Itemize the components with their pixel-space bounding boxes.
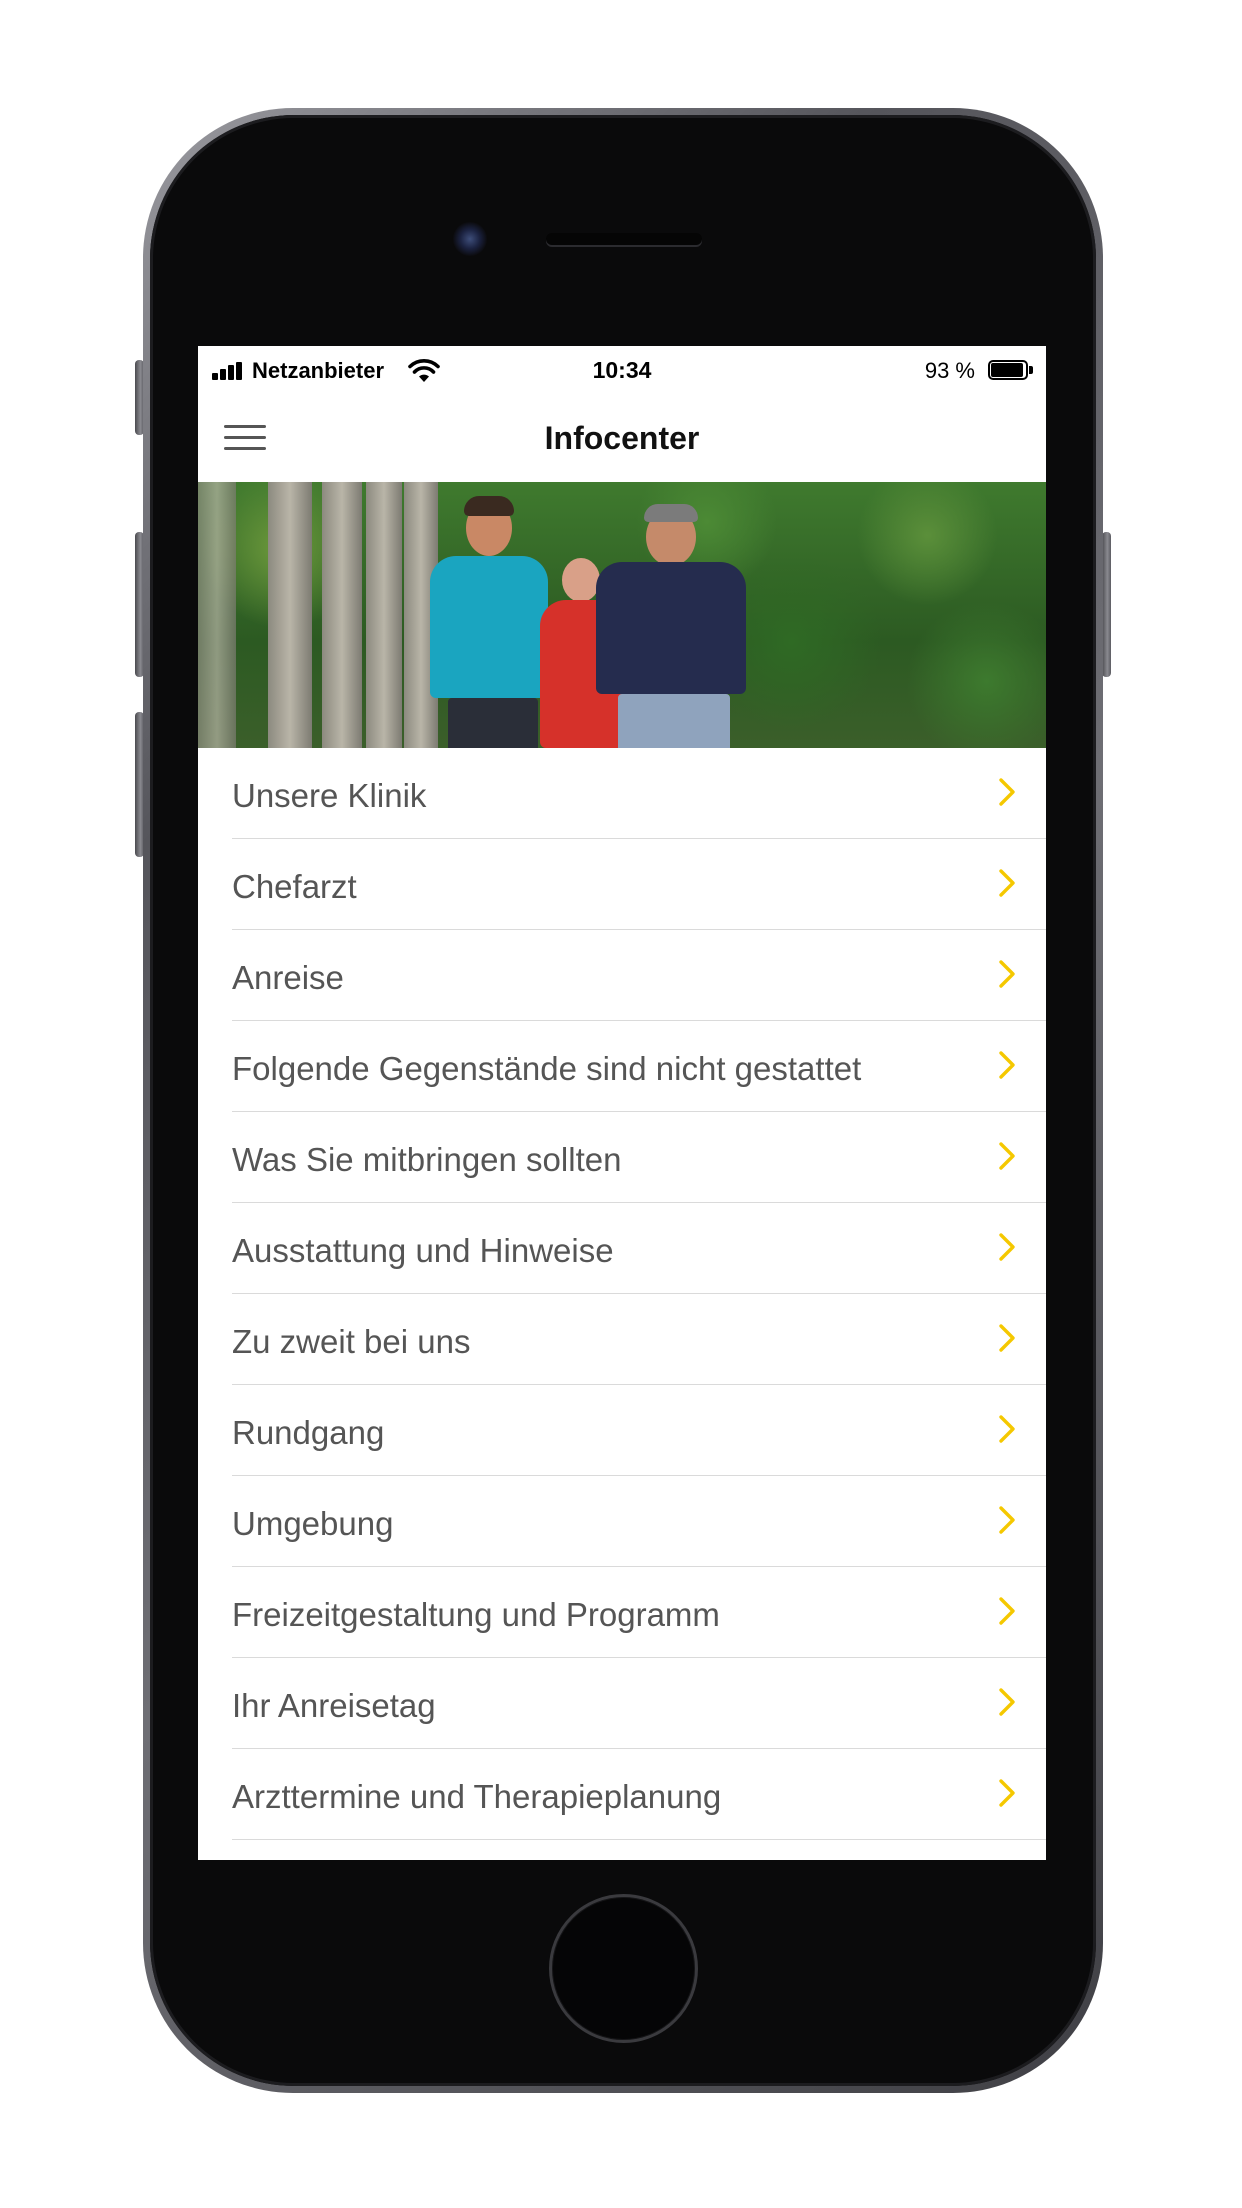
list-item-label: Arzttermine und Therapieplanung (232, 1778, 722, 1815)
chevron-right-icon (999, 1051, 1015, 1079)
list-item-label: Chefarzt (232, 868, 357, 905)
list-item[interactable]: Ausstattung und Hinweise (232, 1203, 1046, 1294)
list-item[interactable]: Folgende Gegenstände sind nicht gestatte… (232, 1021, 1046, 1112)
list-item-label: Zu zweit bei uns (232, 1323, 471, 1360)
home-button[interactable] (549, 1894, 698, 2043)
list-item-label: Ausstattung und Hinweise (232, 1232, 614, 1269)
earpiece-speaker (546, 233, 702, 245)
chevron-right-icon (999, 1688, 1015, 1716)
clock: 10:34 (592, 357, 652, 383)
list-item-label: Ihr Anreisetag (232, 1687, 436, 1724)
list-item[interactable]: Ihr Anreisetag (232, 1658, 1046, 1749)
front-camera (453, 222, 487, 256)
battery-percentage: 93 % (924, 358, 975, 383)
list-item[interactable]: Umgebung (232, 1476, 1046, 1567)
chevron-right-icon (999, 1415, 1015, 1443)
info-list: Unsere Klinik Chefarzt Anreise Folgende Geg… (198, 748, 1046, 1840)
chevron-right-icon (999, 1233, 1015, 1261)
list-item-label: Folgende Gegenstände sind nicht gestatte… (232, 1050, 862, 1087)
chevron-right-icon (999, 869, 1015, 897)
list-item[interactable]: Zu zweit bei uns (232, 1294, 1046, 1385)
chevron-right-icon (999, 1506, 1015, 1534)
chevron-right-icon (999, 1779, 1015, 1807)
list-item-label: Freizeitgestaltung und Programm (232, 1596, 720, 1633)
hero-image (198, 482, 1046, 748)
list-item[interactable]: Was Sie mitbringen sollten (232, 1112, 1046, 1203)
page-title: Infocenter (544, 420, 700, 456)
list-item-label: Anreise (232, 959, 344, 996)
list-item-label: Rundgang (232, 1414, 385, 1451)
list-item[interactable]: Rundgang (232, 1385, 1046, 1476)
chevron-right-icon (999, 1142, 1015, 1170)
list-item-label: Umgebung (232, 1505, 394, 1542)
power-button (1102, 532, 1111, 677)
navigation-bar: Infocenter (198, 398, 1046, 482)
list-item[interactable]: Unsere Klinik (232, 748, 1046, 839)
chevron-right-icon (999, 960, 1015, 988)
app-screen: Netzanbieter 10:34 93 % Infocenter Unser… (198, 346, 1046, 1860)
list-item-label: Unsere Klinik (232, 777, 427, 814)
battery-icon (988, 360, 1034, 382)
status-bar: Netzanbieter 10:34 93 % (198, 346, 1046, 398)
list-item[interactable]: Freizeitgestaltung und Programm (232, 1567, 1046, 1658)
chevron-right-icon (999, 778, 1015, 806)
chevron-right-icon (999, 1324, 1015, 1352)
list-item[interactable]: Chefarzt (232, 839, 1046, 930)
list-item[interactable]: Anreise (232, 930, 1046, 1021)
chevron-right-icon (999, 1597, 1015, 1625)
list-item[interactable]: Arzttermine und Therapieplanung (232, 1749, 1046, 1840)
list-item-label: Was Sie mitbringen sollten (232, 1141, 622, 1178)
